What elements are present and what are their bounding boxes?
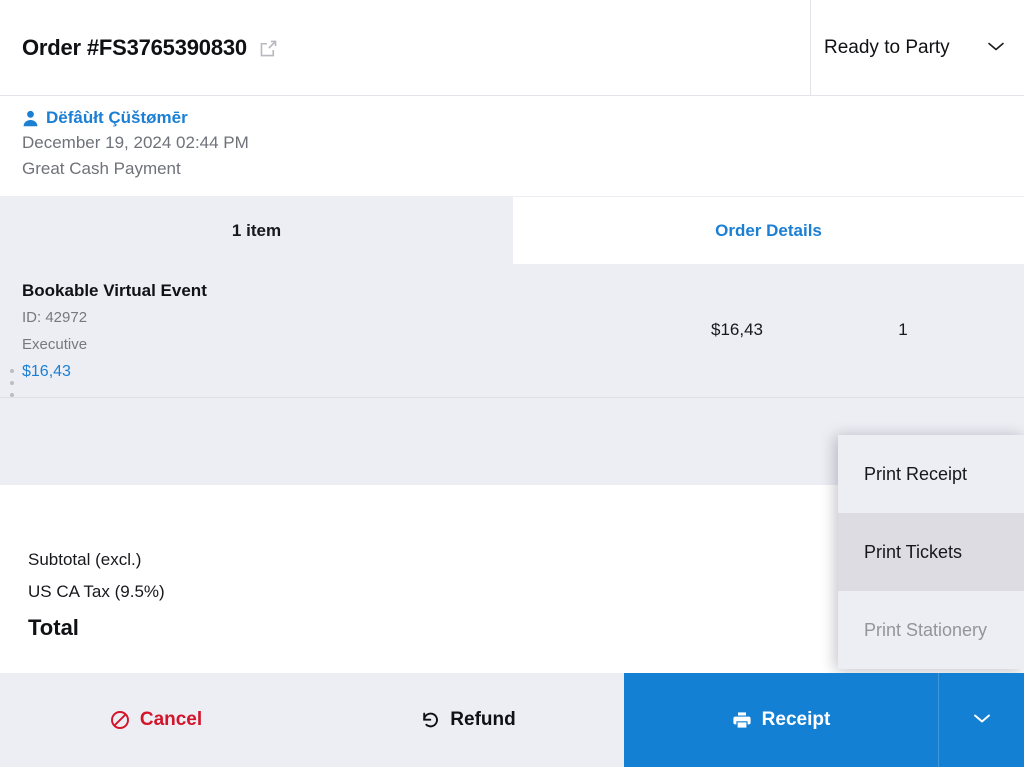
receipt-button[interactable]: Receipt <box>624 673 938 767</box>
no-entry-icon <box>110 710 130 730</box>
header-bar: Order #FS3765390830 Ready to Party <box>0 0 1024 96</box>
tab-bar: 1 item Order Details <box>0 197 1024 264</box>
line-item-name: Bookable Virtual Event <box>22 281 207 300</box>
menu-item-print-receipt[interactable]: Print Receipt <box>838 435 1024 513</box>
customer-link[interactable]: Dëfâùłt Çüštømēr <box>22 106 1002 130</box>
customer-summary: Dëfâùłt Çüštømēr December 19, 2024 02:44… <box>0 96 1024 196</box>
menu-item-print-tickets[interactable]: Print Tickets <box>838 513 1024 591</box>
order-title-group: Order #FS3765390830 <box>22 0 278 95</box>
refund-button[interactable]: Refund <box>312 673 624 767</box>
line-item-info: Bookable Virtual Event ID: 42972 Executi… <box>22 278 207 385</box>
cancel-button[interactable]: Cancel <box>0 673 312 767</box>
subtotal-row: Subtotal (excl.) <box>28 544 628 576</box>
line-item-id: ID: 42972 <box>22 309 88 326</box>
line-item-price: $16,43 <box>711 320 763 339</box>
chevron-down-icon <box>972 711 992 729</box>
receipt-options-button[interactable] <box>938 673 1024 767</box>
subtotal-label: Subtotal (excl.) <box>28 550 142 569</box>
print-options-menu: Print Receipt Print Tickets Print Statio… <box>838 435 1024 669</box>
printer-icon <box>732 710 752 730</box>
person-icon <box>22 110 39 127</box>
tab-items[interactable]: 1 item <box>0 197 513 264</box>
grand-total-label: Total <box>28 615 79 640</box>
menu-item-print-stationery: Print Stationery <box>864 619 988 640</box>
order-status-value: Ready to Party <box>824 36 950 58</box>
order-datetime: December 19, 2024 02:44 PM <box>22 133 249 152</box>
action-bar: Cancel Refund Receipt <box>0 673 1024 767</box>
tax-row: US CA Tax (9.5%) <box>28 576 628 608</box>
tab-order-details[interactable]: Order Details <box>513 197 1024 264</box>
refund-button-label: Refund <box>450 709 516 730</box>
payment-method: Great Cash Payment <box>22 159 181 178</box>
receipt-button-label: Receipt <box>761 709 831 730</box>
order-detail-screen: Order #FS3765390830 Ready to Party Dëfâù… <box>0 0 1024 767</box>
order-status-dropdown[interactable]: Ready to Party <box>811 0 1024 95</box>
drag-handle-icon[interactable] <box>7 369 16 397</box>
grand-total-row: Total <box>28 608 628 648</box>
undo-arrow-icon <box>420 710 440 730</box>
cancel-button-label: Cancel <box>139 709 203 730</box>
tab-order-details-label: Order Details <box>715 220 822 240</box>
customer-name: Dëfâùłt Çüštømēr <box>46 108 188 127</box>
tax-label: US CA Tax (9.5%) <box>28 582 165 601</box>
page-title: Order #FS3765390830 <box>22 34 247 60</box>
external-link-icon[interactable] <box>259 37 278 58</box>
table-row[interactable]: Bookable Virtual Event ID: 42972 Executi… <box>0 264 1024 398</box>
tab-items-label: 1 item <box>231 220 282 240</box>
line-item-quantity: 1 <box>898 320 908 339</box>
chevron-down-icon <box>986 39 1006 57</box>
line-item-variant: Executive <box>22 336 88 353</box>
line-item-price-link[interactable]: $16,43 <box>22 358 207 385</box>
